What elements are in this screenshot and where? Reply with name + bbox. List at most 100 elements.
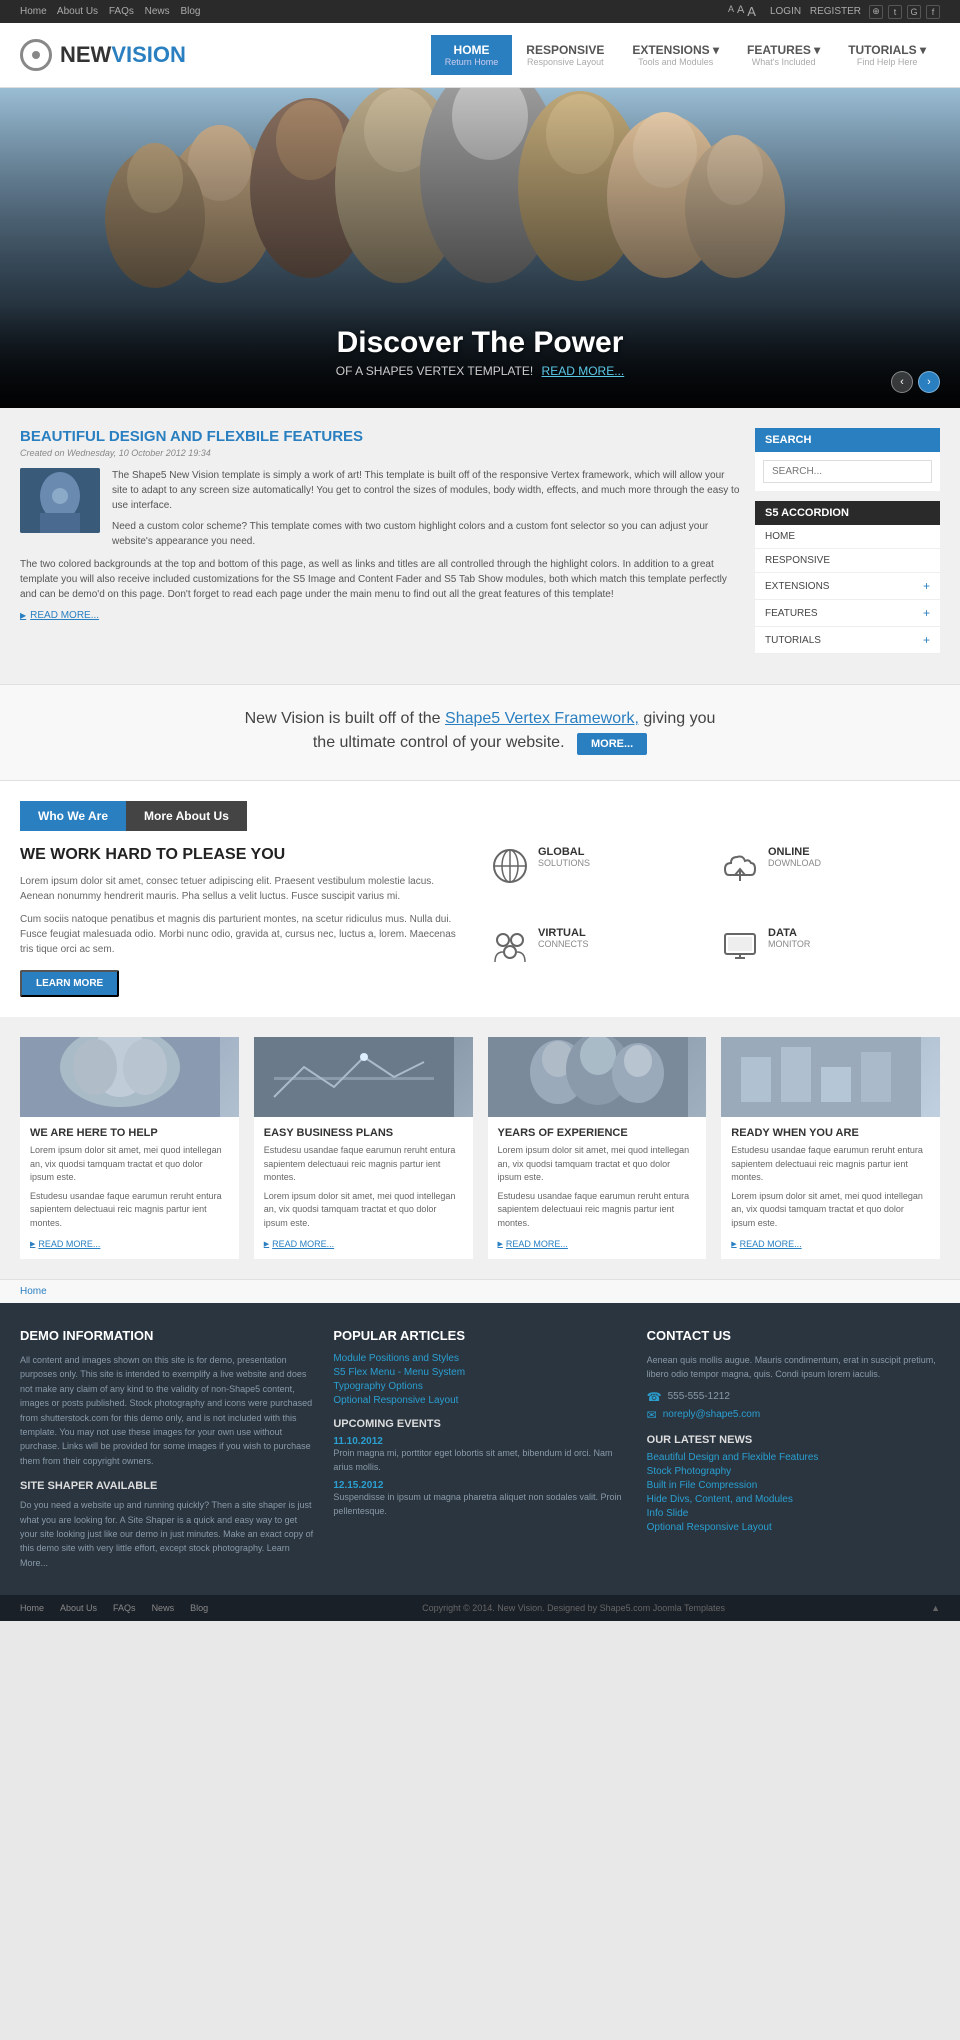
footer-news-3[interactable]: Built in File Compression — [647, 1480, 940, 1491]
email-icon: ✉ — [647, 1408, 657, 1422]
card-3-image — [488, 1037, 707, 1117]
font-size-large[interactable]: A — [747, 4, 756, 19]
footer-contact-title: CONTACT US — [647, 1328, 940, 1343]
google-icon[interactable]: G — [907, 5, 921, 19]
tab-para2: Cum sociis natoque penatibus et magnis d… — [20, 912, 470, 957]
auth-links[interactable]: LOGIN REGISTER — [764, 6, 861, 17]
nav-tutorials[interactable]: TUTORIALS ▾ Find Help Here — [834, 35, 940, 75]
footer-demo-title: DEMO INFORMATION — [20, 1328, 313, 1343]
feature-virtual-title: VIRTUAL — [538, 927, 589, 939]
card-4-read-more[interactable]: READ MORE... — [731, 1239, 801, 1249]
footer-bottom-nav[interactable]: Home About Us FAQs News Blog — [20, 1603, 216, 1613]
top-bar-right: A A A LOGIN REGISTER ⊕ t G f — [728, 4, 940, 19]
footer-news-1[interactable]: Beautiful Design and Flexible Features — [647, 1452, 940, 1463]
hero-read-more[interactable]: READ MORE... — [542, 364, 625, 378]
footer-article-1[interactable]: Module Positions and Styles — [333, 1353, 626, 1364]
content-area: BEAUTIFUL DESIGN AND FLEXBILE FEATURES C… — [0, 408, 960, 684]
card-1-read-more[interactable]: READ MORE... — [30, 1239, 100, 1249]
footer-bottom-blog[interactable]: Blog — [190, 1603, 208, 1613]
tab-more-about-us[interactable]: More About Us — [126, 801, 247, 831]
users-icon — [490, 927, 530, 967]
accordion-extensions[interactable]: EXTENSIONS + — [755, 573, 940, 600]
footer-news-4[interactable]: Hide Divs, Content, and Modules — [647, 1494, 940, 1505]
tagline-framework-link[interactable]: Shape5 Vertex Framework, — [445, 710, 639, 727]
footer-bottom-home[interactable]: Home — [20, 1603, 44, 1613]
nav-extensions[interactable]: EXTENSIONS ▾ Tools and Modules — [618, 35, 733, 75]
tagline-more-btn[interactable]: MORE... — [577, 733, 647, 755]
article-text1: The Shape5 New Vision template is simply… — [112, 468, 740, 513]
accordion-tutorials[interactable]: TUTORIALS + — [755, 627, 940, 654]
top-nav[interactable]: Home About Us FAQs News Blog — [20, 6, 208, 17]
font-size-medium[interactable]: A — [737, 4, 744, 19]
nav-features[interactable]: FEATURES ▾ What's Included — [733, 35, 834, 75]
top-nav-blog[interactable]: Blog — [180, 6, 200, 17]
footer-article-2[interactable]: S5 Flex Menu - Menu System — [333, 1367, 626, 1378]
scroll-top-icon[interactable]: ▲ — [931, 1603, 940, 1613]
card-2-read-more[interactable]: READ MORE... — [264, 1239, 334, 1249]
learn-more-btn[interactable]: LEARN MORE — [20, 970, 119, 997]
top-nav-home[interactable]: Home — [20, 6, 47, 17]
nav-responsive[interactable]: RESPONSIVE Responsive Layout — [512, 35, 618, 75]
nav-home[interactable]: HOME Return Home — [431, 35, 513, 75]
font-size-controls[interactable]: A A A — [728, 4, 756, 19]
card-4-image — [721, 1037, 940, 1117]
tab-para1: Lorem ipsum dolor sit amet, consec tetue… — [20, 874, 470, 904]
footer-news-2[interactable]: Stock Photography — [647, 1466, 940, 1477]
footer-article-3[interactable]: Typography Options — [333, 1381, 626, 1392]
footer-bottom: Home About Us FAQs News Blog Copyright ©… — [0, 1595, 960, 1621]
nav-home-sub: Return Home — [445, 57, 499, 67]
rss-icon[interactable]: ⊕ — [869, 5, 883, 19]
top-nav-about[interactable]: About Us — [57, 6, 98, 17]
article-read-more[interactable]: READ MORE... — [20, 610, 99, 621]
hero-nav[interactable]: ‹ › — [891, 371, 940, 393]
site-logo[interactable]: NEWVISION — [20, 39, 186, 71]
register-link[interactable]: REGISTER — [810, 6, 861, 17]
card-1-title: WE ARE HERE TO HELP — [30, 1127, 229, 1139]
article-full-text: The two colored backgrounds at the top a… — [20, 557, 740, 602]
card-1-text2: Estudesu usandae faque earumun reruht en… — [30, 1190, 229, 1231]
article-body: The Shape5 New Vision template is simply… — [20, 468, 740, 549]
footer-news-6[interactable]: Optional Responsive Layout — [647, 1522, 940, 1533]
tagline-text2: giving you — [643, 710, 715, 727]
footer-bottom-about[interactable]: About Us — [60, 1603, 97, 1613]
article-title: BEAUTIFUL DESIGN AND FLEXBILE FEATURES — [20, 428, 740, 445]
accordion-home[interactable]: HOME — [755, 525, 940, 549]
article-text2: Need a custom color scheme? This templat… — [112, 519, 740, 549]
top-nav-news[interactable]: News — [145, 6, 170, 17]
footer-event-2-text: Suspendisse in ipsum ut magna pharetra a… — [333, 1491, 626, 1518]
accordion-features[interactable]: FEATURES + — [755, 600, 940, 627]
globe-icon — [490, 846, 530, 886]
tab-who-we-are[interactable]: Who We Are — [20, 801, 126, 831]
tagline-section: New Vision is built off of the Shape5 Ve… — [0, 684, 960, 781]
footer-event-2: 12.15.2012 Suspendisse in ipsum ut magna… — [333, 1480, 626, 1518]
font-size-small[interactable]: A — [728, 4, 734, 19]
card-3-read-more[interactable]: READ MORE... — [498, 1239, 568, 1249]
login-link[interactable]: LOGIN — [770, 6, 801, 17]
top-nav-faqs[interactable]: FAQs — [109, 6, 134, 17]
accordion-responsive[interactable]: RESPONSIVE — [755, 549, 940, 573]
logo-text-vision: VISION — [111, 42, 186, 67]
card-2-image — [254, 1037, 473, 1117]
breadcrumb-home[interactable]: Home — [20, 1286, 47, 1297]
site-footer: DEMO INFORMATION All content and images … — [0, 1303, 960, 1595]
card-4-title: READY WHEN YOU ARE — [731, 1127, 930, 1139]
social-icons[interactable]: ⊕ t G f — [869, 5, 940, 19]
facebook-icon[interactable]: f — [926, 5, 940, 19]
tab-left: WE WORK HARD TO PLEASE YOU Lorem ipsum d… — [20, 846, 470, 997]
footer-contact-text: Aenean quis mollis augue. Mauris condime… — [647, 1353, 940, 1382]
article-image — [20, 468, 100, 533]
card-3-body: YEARS OF EXPERIENCE Lorem ipsum dolor si… — [488, 1117, 707, 1259]
hero-prev-btn[interactable]: ‹ — [891, 371, 913, 393]
twitter-icon[interactable]: t — [888, 5, 902, 19]
footer-article-4[interactable]: Optional Responsive Layout — [333, 1395, 626, 1406]
footer-email: ✉ noreply@shape5.com — [647, 1408, 940, 1422]
hero-next-btn[interactable]: › — [918, 371, 940, 393]
footer-news-5[interactable]: Info Slide — [647, 1508, 940, 1519]
footer-event-1: 11.10.2012 Proin magna mi, porttitor ege… — [333, 1436, 626, 1474]
footer-bottom-news[interactable]: News — [152, 1603, 175, 1613]
footer-bottom-faqs[interactable]: FAQs — [113, 1603, 136, 1613]
nav-responsive-label: RESPONSIVE — [526, 43, 604, 57]
feature-online: ONLINE DOWNLOAD — [720, 846, 940, 917]
search-input[interactable] — [763, 460, 932, 483]
footer-email-link[interactable]: noreply@shape5.com — [663, 1409, 760, 1420]
